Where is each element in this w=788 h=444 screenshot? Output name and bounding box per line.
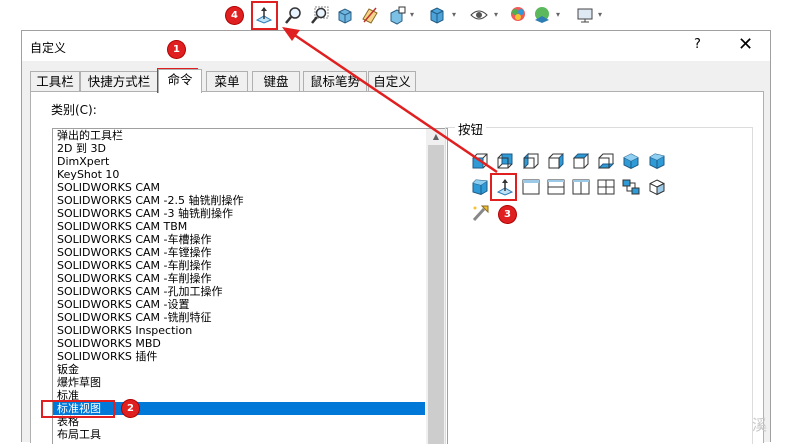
annotation-arrow xyxy=(282,27,498,174)
watermark-text: 溪 xyxy=(752,416,768,434)
tab-commands[interactable]: 命令 xyxy=(158,69,202,93)
